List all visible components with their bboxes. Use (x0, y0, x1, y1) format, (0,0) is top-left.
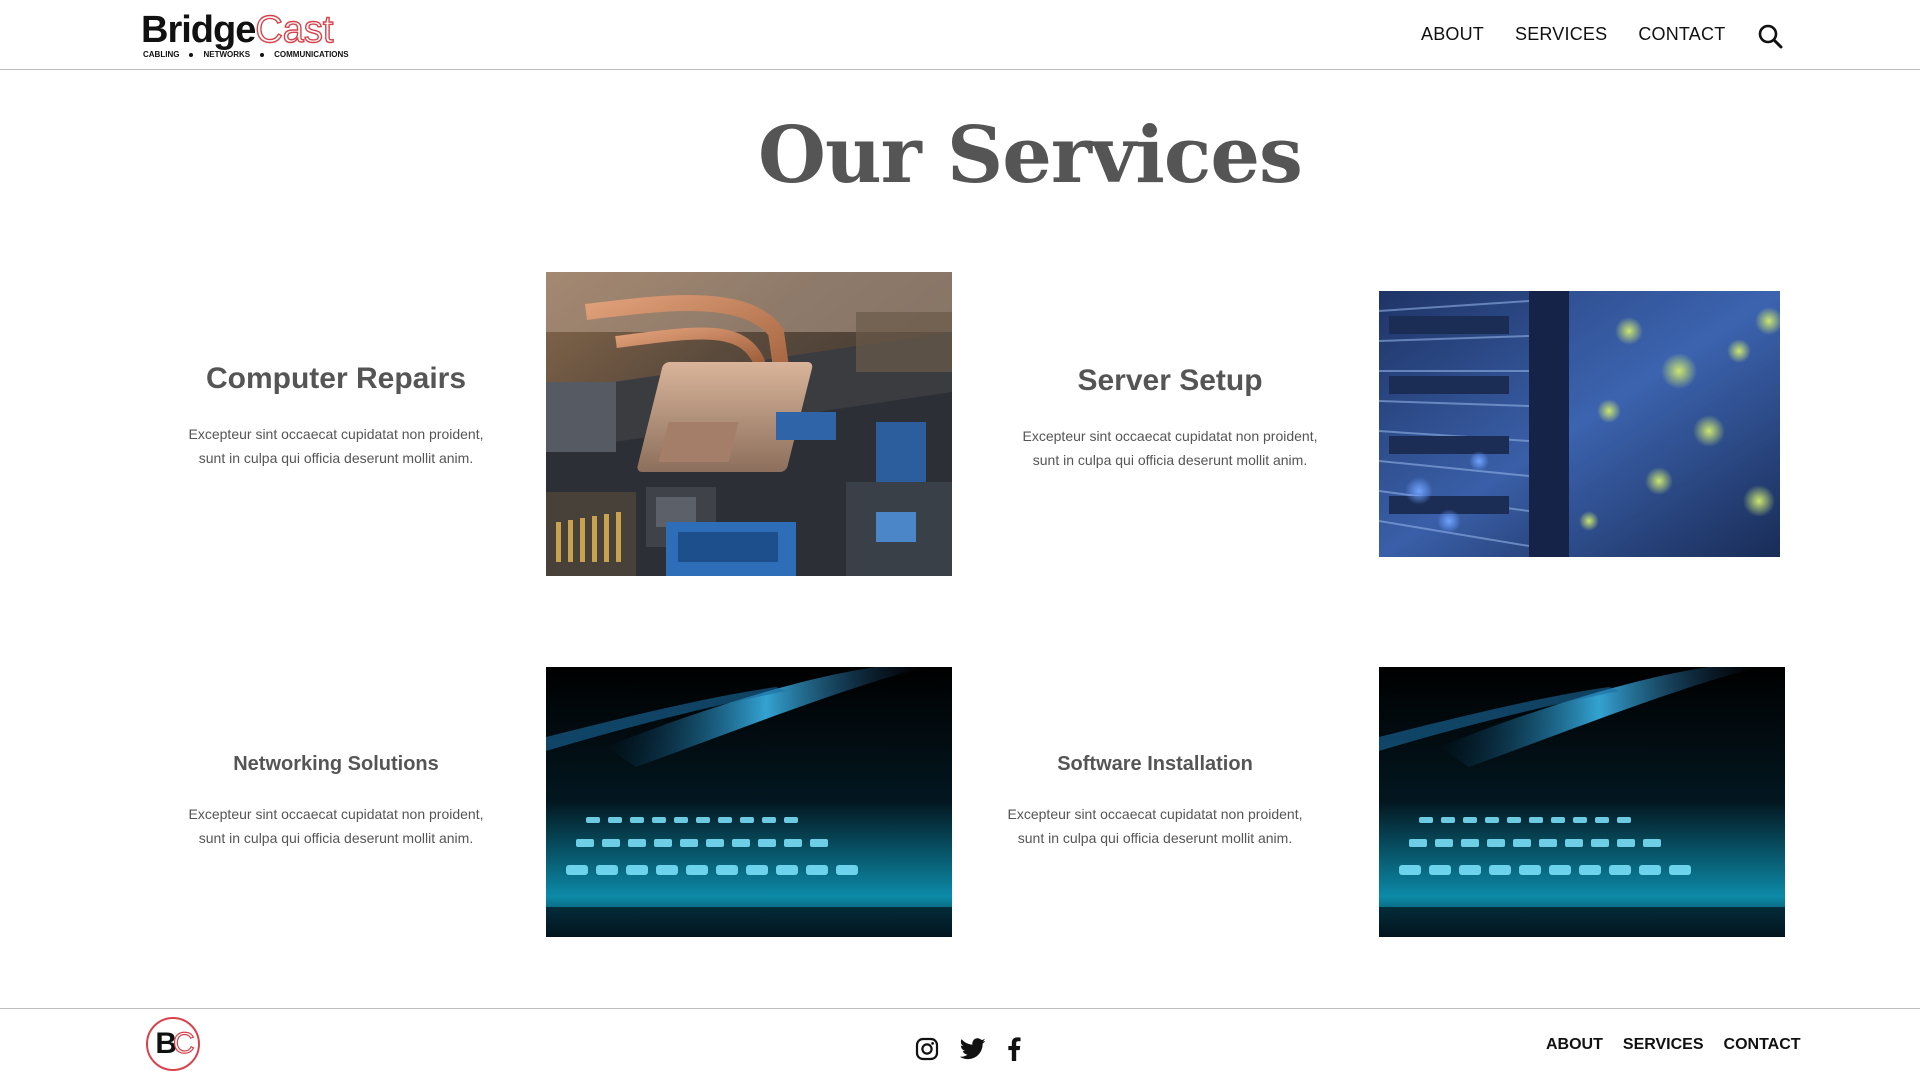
search-icon[interactable] (1757, 23, 1783, 49)
logo-wordmark: BridgeCast (141, 9, 347, 51)
backlit-keyboard-photo (1379, 667, 1785, 937)
server-rack-photo (1379, 291, 1780, 557)
service-description: Excepteur sint occaecat cupidatat non pr… (166, 422, 506, 470)
service-description: Excepteur sint occaecat cupidatat non pr… (1000, 424, 1340, 472)
logo-tagline: CABLING NETWORKS COMMUNICATIONS (143, 50, 349, 59)
motherboard-photo (546, 272, 952, 576)
footer-nav-services[interactable]: SERVICES (1623, 1036, 1704, 1054)
footer-logo-c: C (172, 1027, 195, 1060)
nav-services[interactable]: SERVICES (1515, 24, 1607, 45)
service-desc-line2: sunt in culpa qui officia deserunt molli… (1017, 830, 1293, 846)
service-networking-solutions: Networking Solutions Excepteur sint occa… (176, 753, 496, 850)
service-title: Server Setup (1077, 364, 1263, 397)
service-title: Software Installation (1057, 753, 1253, 775)
logo-tag-networks: NETWORKS (203, 50, 251, 59)
service-description: Excepteur sint occaecat cupidatat non pr… (176, 802, 496, 850)
logo-bridge-text: Bridge (141, 9, 256, 51)
nav-about[interactable]: ABOUT (1421, 24, 1484, 45)
logo-tag-dot (260, 52, 265, 57)
page-title: Our Services (758, 110, 1303, 201)
logo-tag-dot (189, 52, 194, 57)
social-links (915, 1037, 1021, 1061)
service-description: Excepteur sint occaecat cupidatat non pr… (1000, 802, 1310, 850)
instagram-icon[interactable] (915, 1037, 939, 1061)
footer-nav-about[interactable]: ABOUT (1546, 1036, 1603, 1054)
service-desc-line1: Excepteur sint occaecat cupidatat non pr… (1007, 806, 1303, 822)
site-footer: BC ABOUT SERVICES CONTACT (0, 1008, 1920, 1079)
footer-logo-b: B (155, 1027, 177, 1060)
main-nav: ABOUT SERVICES CONTACT (1421, 24, 1725, 45)
footer-logo[interactable]: BC (146, 1017, 200, 1071)
service-title: Networking Solutions (233, 753, 439, 775)
footer-nav: ABOUT SERVICES CONTACT (1546, 1036, 1801, 1054)
footer-nav-contact[interactable]: CONTACT (1724, 1036, 1801, 1054)
brand-logo[interactable]: BridgeCast CABLING NETWORKS COMMUNICATIO… (141, 9, 349, 62)
nav-contact[interactable]: CONTACT (1638, 24, 1725, 45)
service-title: Computer Repairs (205, 362, 467, 395)
service-desc-line1: Excepteur sint occaecat cupidatat non pr… (188, 426, 484, 442)
service-desc-line2: sunt in culpa qui officia deserunt molli… (1032, 452, 1308, 468)
service-desc-line2: sunt in culpa qui officia deserunt molli… (198, 450, 474, 466)
logo-tag-cabling: CABLING (143, 50, 180, 59)
facebook-icon[interactable] (1007, 1037, 1021, 1061)
service-desc-line1: Excepteur sint occaecat cupidatat non pr… (188, 806, 484, 822)
backlit-keyboard-photo (546, 667, 952, 937)
service-computer-repairs: Computer Repairs Excepteur sint occaecat… (166, 362, 506, 470)
logo-cast-text: Cast (255, 9, 335, 51)
service-desc-line2: sunt in culpa qui officia deserunt molli… (198, 830, 474, 846)
service-software-installation: Software Installation Excepteur sint occ… (1000, 753, 1310, 850)
service-server-setup: Server Setup Excepteur sint occaecat cup… (1000, 364, 1340, 472)
logo-tag-communications: COMMUNICATIONS (274, 50, 349, 59)
site-header: BridgeCast CABLING NETWORKS COMMUNICATIO… (0, 0, 1920, 70)
service-desc-line1: Excepteur sint occaecat cupidatat non pr… (1022, 428, 1318, 444)
twitter-icon[interactable] (960, 1038, 986, 1060)
